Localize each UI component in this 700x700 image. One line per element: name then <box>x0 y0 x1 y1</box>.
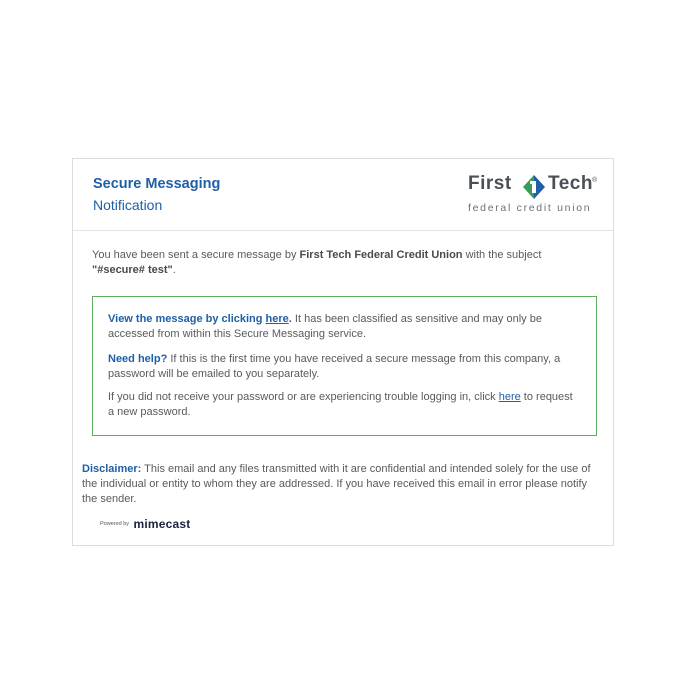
intro-part1: You have been sent a secure message by <box>92 249 300 261</box>
mimecast-logo: mimecast <box>133 516 191 531</box>
intro-subject: "#secure# test" <box>92 264 173 276</box>
logo-word-first: First <box>468 173 512 194</box>
powered-by-mimecast[interactable]: Powered by mimecast <box>100 515 191 531</box>
disclaimer-label: Disclaimer: <box>82 463 142 475</box>
secure-notice-box: View the message by clicking here. It ha… <box>92 296 597 436</box>
first-tech-mark-icon <box>523 175 545 199</box>
intro-part3: . <box>172 264 176 276</box>
disclaimer-body: This email and any files transmitted wit… <box>82 463 591 505</box>
first-tech-logo: First Tech ® federal credit union <box>468 173 603 217</box>
view-message-paragraph: View the message by clicking here. It ha… <box>108 312 578 342</box>
view-message-label-text: View the message by clicking <box>108 313 266 325</box>
secure-message-card: Secure Messaging Notification First Tech… <box>72 158 614 546</box>
logo-registered-mark: ® <box>592 177 598 184</box>
request-password-link[interactable]: here <box>499 391 521 403</box>
view-message-label: View the message by clicking here. <box>108 313 292 325</box>
intro-text: You have been sent a secure message by F… <box>92 248 572 278</box>
need-help-rest: If this is the first time you have recei… <box>108 353 561 380</box>
page-title: Secure Messaging <box>93 176 221 192</box>
card-header: Secure Messaging Notification First Tech… <box>73 159 613 231</box>
disclaimer-text: Disclaimer: This email and any files tra… <box>82 462 602 507</box>
password-request-paragraph: If you did not receive your password or … <box>108 390 578 420</box>
logo-word-tech: Tech <box>548 173 593 194</box>
need-help-label: Need help? <box>108 353 168 365</box>
need-help-paragraph: Need help? If this is the first time you… <box>108 352 578 382</box>
logo-tagline: federal credit union <box>468 202 592 214</box>
intro-part2: with the subject <box>462 249 542 261</box>
page-subtitle: Notification <box>93 197 163 213</box>
intro-sender: First Tech Federal Credit Union <box>299 249 463 261</box>
view-message-link[interactable]: here <box>266 313 289 325</box>
password-request-part1: If you did not receive your password or … <box>108 391 499 403</box>
powered-by-label: Powered by <box>100 520 130 527</box>
